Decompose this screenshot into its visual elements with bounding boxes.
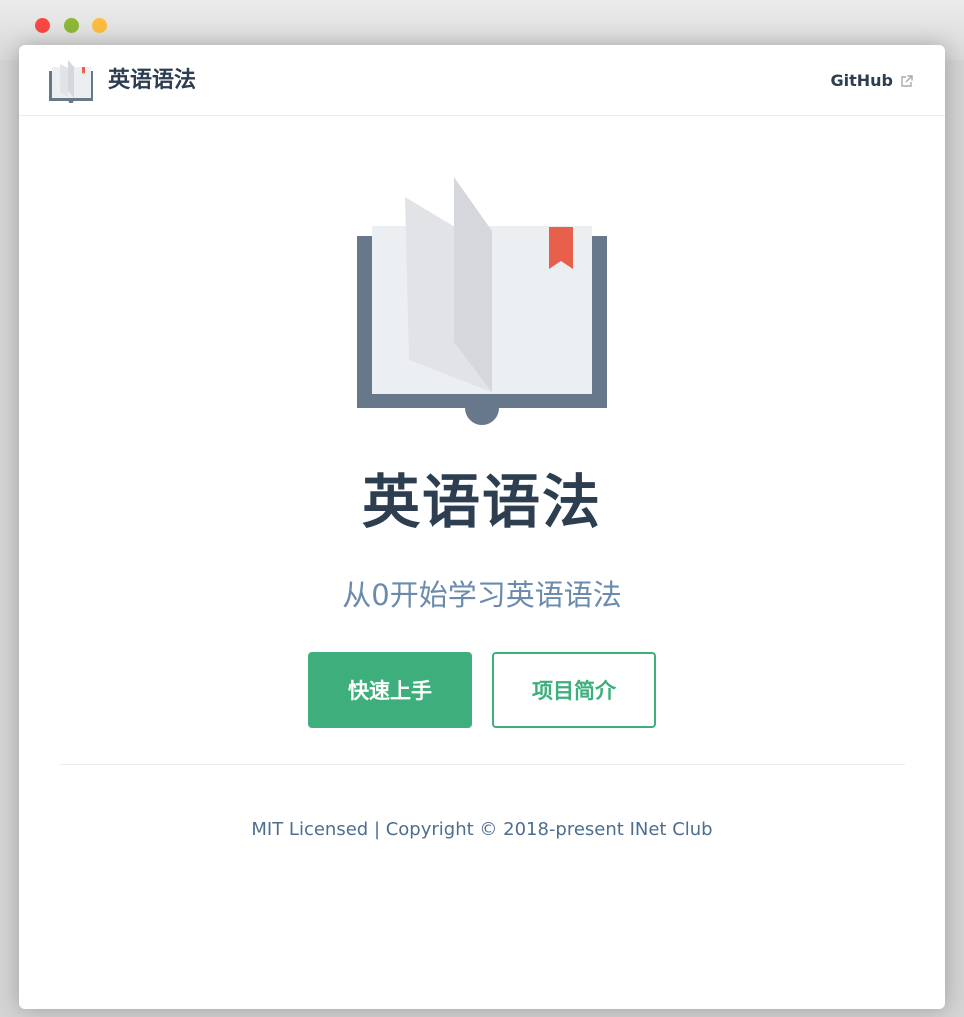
navbar: 英语语法 GitHub [19,45,945,116]
hero-title: 英语语法 [361,468,602,536]
close-window-button[interactable] [35,18,50,33]
hero-book-image [357,177,607,425]
page: 英语语法 GitHub 英语语法 从0开始学习英语语法 快速上手 项目简介 MI… [19,45,945,1009]
github-link-label: GitHub [830,71,894,90]
footer-divider [60,764,905,765]
project-intro-button[interactable]: 项目简介 [492,652,656,728]
maximize-window-button[interactable] [92,18,107,33]
hero-description: 从0开始学习英语语法 [342,578,622,612]
minimize-window-button[interactable] [64,18,79,33]
get-started-button[interactable]: 快速上手 [308,652,472,728]
footer: MIT Licensed | Copyright © 2018-present … [251,819,713,840]
open-book-icon[interactable] [48,59,94,103]
external-link-icon [901,74,913,87]
hero-actions: 快速上手 项目简介 [19,652,945,728]
github-link[interactable]: GitHub [831,71,914,91]
site-title[interactable]: 英语语法 [108,65,196,97]
